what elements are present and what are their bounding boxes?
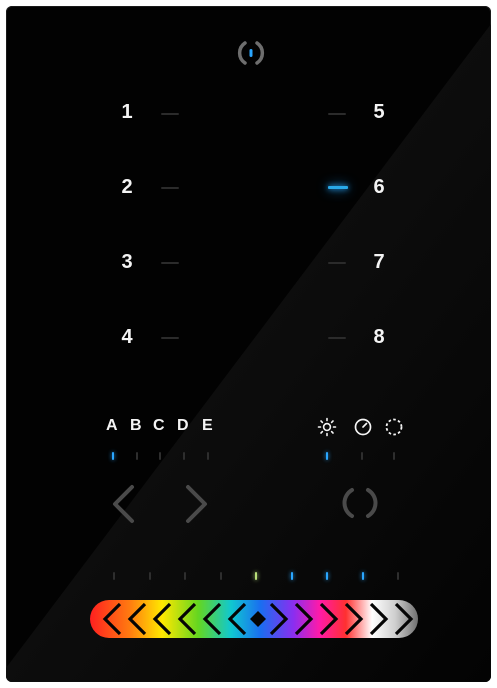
color-slider-led [326,572,328,580]
zone-indicator-6 [328,186,348,189]
zone-label-1: 1 [121,101,133,123]
chevron-left-icon[interactable] [110,484,136,524]
scene-button-e[interactable]: E [202,418,213,434]
zone-indicator-1 [161,113,179,115]
glass-reflection [6,24,491,682]
zone-indicator-4 [161,337,179,339]
scene-indicator-b [136,452,138,460]
zone-label-7: 7 [373,251,385,273]
zone-indicator-2 [161,187,179,189]
scene-indicator-d [183,452,185,460]
zone-label-6: 6 [373,176,385,198]
refresh-icon[interactable] [340,483,380,523]
sun-icon[interactable] [317,417,337,437]
zone-label-3: 3 [121,251,133,273]
clock-icon[interactable] [353,417,373,437]
scene-indicator-c [159,452,161,460]
scene-button-a[interactable]: A [106,418,118,434]
zone-label-2: 2 [121,176,133,198]
power-icon[interactable] [236,38,266,68]
scene-button-b[interactable]: B [130,418,142,434]
color-slider-led [362,572,364,580]
zone-indicator-8 [328,337,346,339]
color-slider-led [397,572,399,580]
color-slider-led [184,572,186,580]
mode-indicator-sun [326,452,328,460]
zone-label-4: 4 [121,326,133,348]
color-slider[interactable] [88,598,420,640]
scene-button-d[interactable]: D [177,418,189,434]
zone-indicator-5 [328,113,346,115]
color-slider-led [291,572,293,580]
zone-label-5: 5 [373,101,385,123]
scene-indicator-e [207,452,209,460]
color-slider-led [220,572,222,580]
control-panel: 1 2 3 4 5 6 7 8 A B C D E [6,6,491,682]
color-slider-led [149,572,151,580]
scene-button-c[interactable]: C [153,418,165,434]
zone-label-8: 8 [373,326,385,348]
chevron-right-icon[interactable] [184,484,210,524]
zone-indicator-7 [328,262,346,264]
color-slider-led [255,572,257,580]
mode-indicator-clock [361,452,363,460]
scene-indicator-a [112,452,114,460]
mode-indicator-dotted [393,452,395,460]
color-slider-led [113,572,115,580]
dotted-circle-icon[interactable] [384,417,404,437]
zone-indicator-3 [161,262,179,264]
